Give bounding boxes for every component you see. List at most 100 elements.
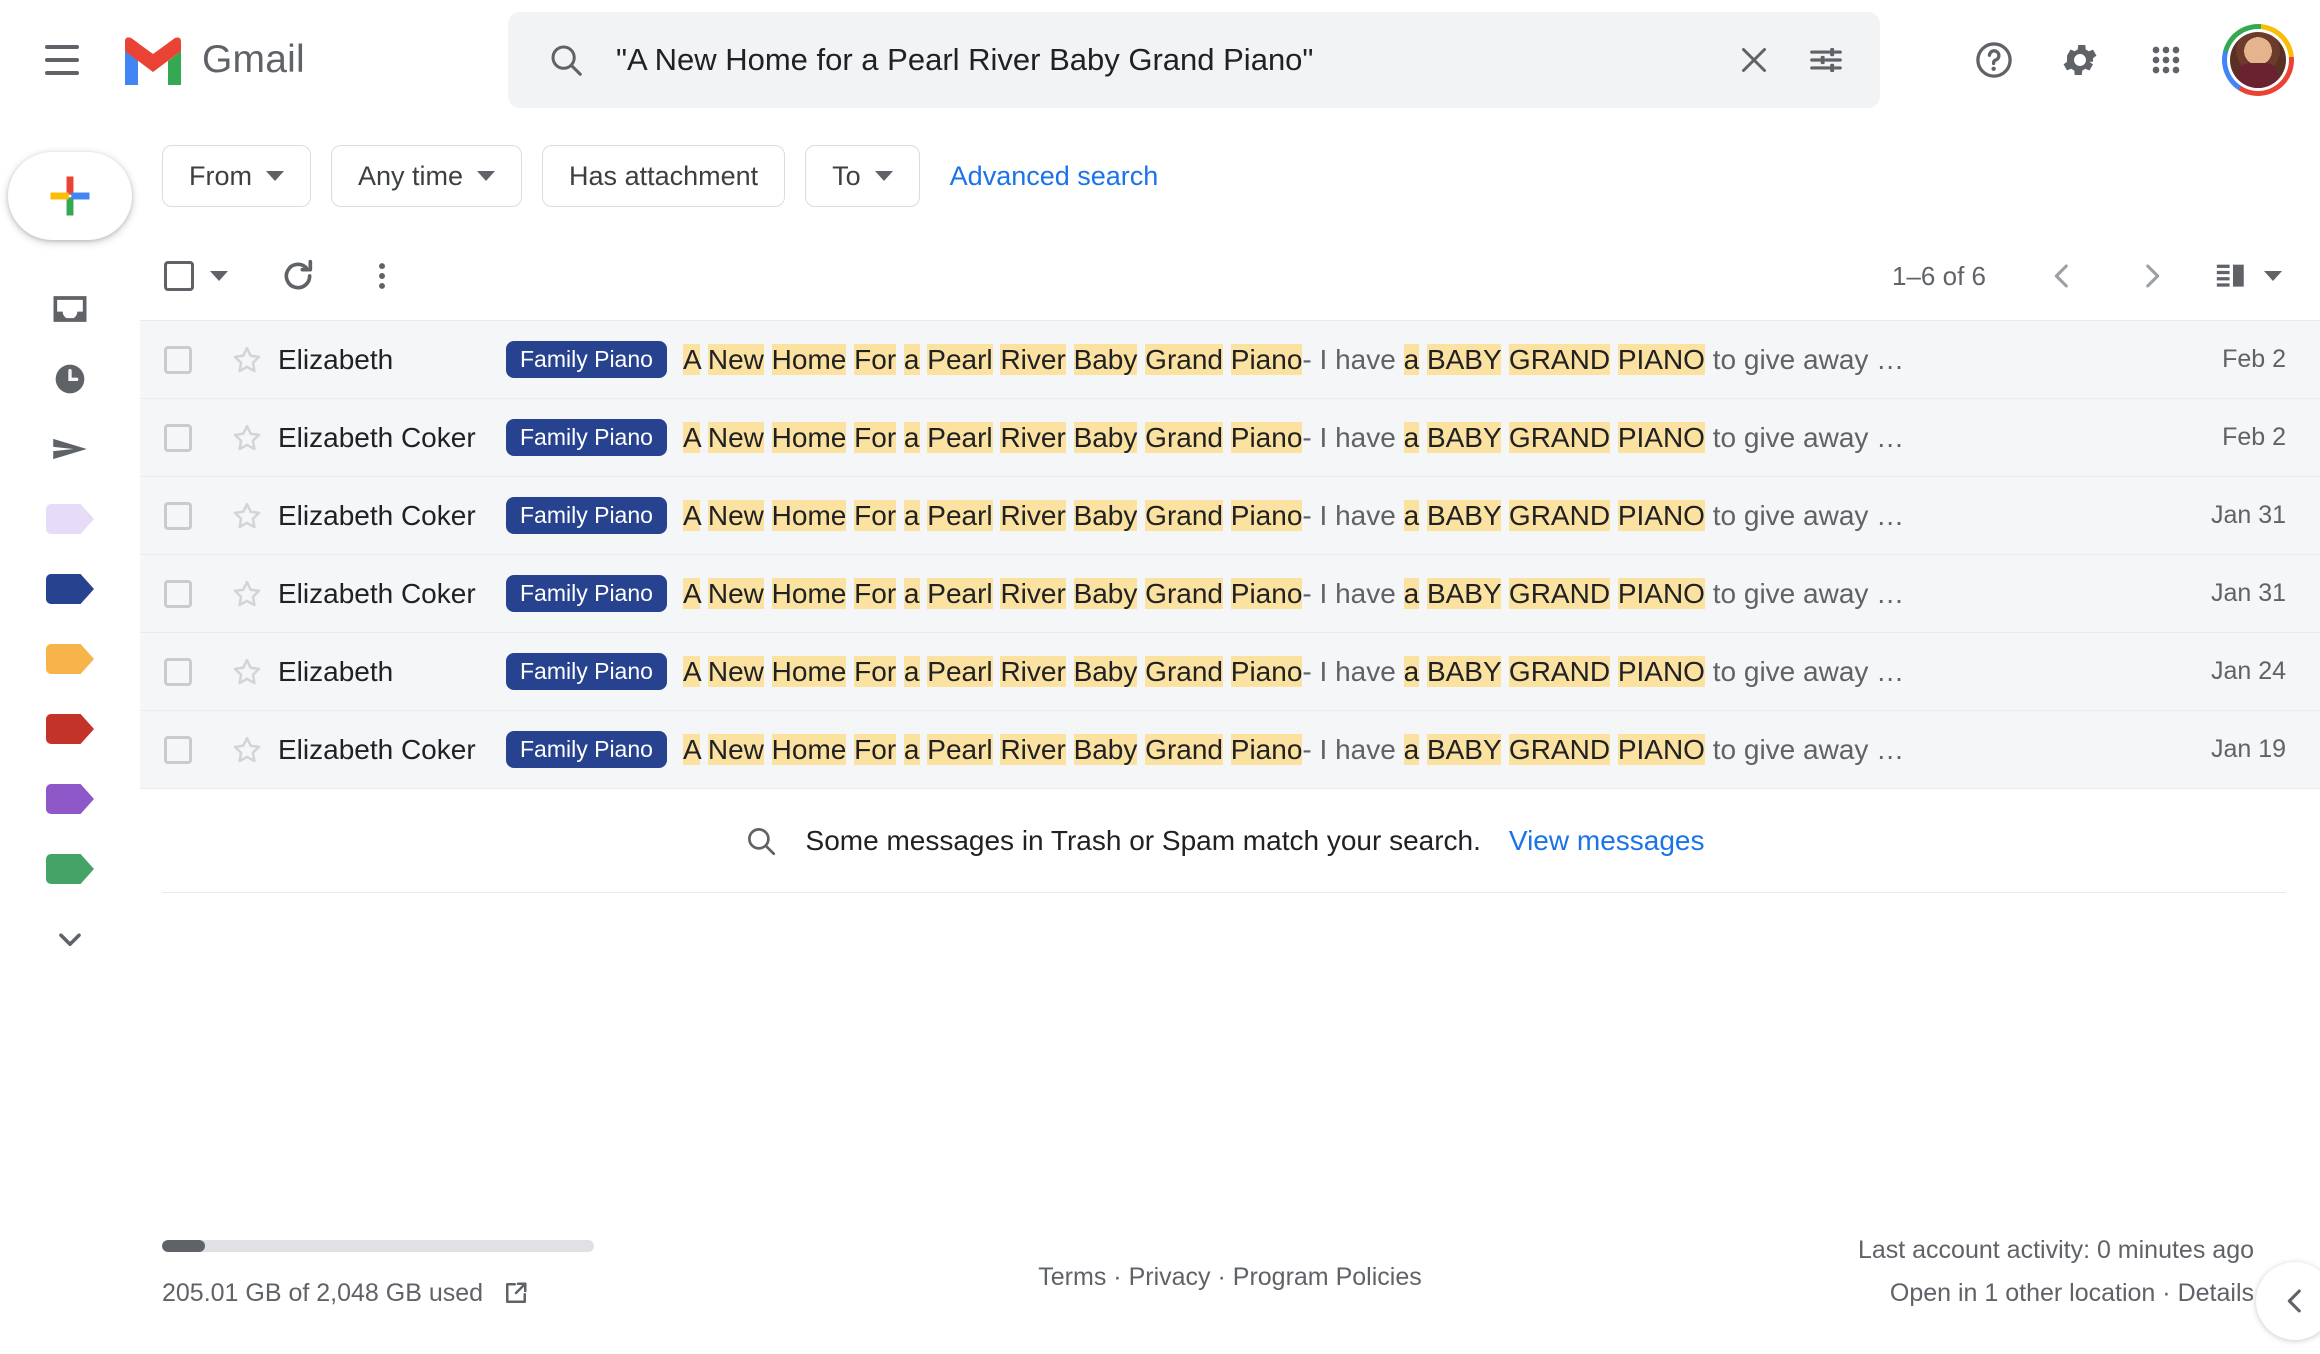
chevron-down-icon bbox=[2264, 271, 2282, 281]
row-checkbox[interactable] bbox=[140, 735, 216, 764]
star-icon[interactable] bbox=[216, 655, 278, 689]
star-icon[interactable] bbox=[216, 421, 278, 455]
label-tag-icon bbox=[46, 644, 94, 674]
privacy-link[interactable]: Privacy bbox=[1129, 1263, 1211, 1291]
row-label-pill[interactable]: Family Piano bbox=[506, 418, 667, 457]
sidebar-item-label-navy[interactable] bbox=[27, 558, 113, 620]
sidebar-item-label-green[interactable] bbox=[27, 838, 113, 900]
side-panel-toggle-button[interactable] bbox=[2256, 1262, 2320, 1340]
filter-chip-from[interactable]: From bbox=[162, 145, 311, 207]
row-sender: Elizabeth Coker bbox=[278, 421, 476, 453]
filter-chip-label: From bbox=[189, 160, 252, 191]
select-all-checkbox[interactable] bbox=[162, 242, 230, 310]
sidebar-item-snoozed[interactable] bbox=[27, 348, 113, 410]
row-sender: Elizabeth Coker bbox=[278, 499, 476, 531]
advanced-search-link[interactable]: Advanced search bbox=[950, 161, 1159, 192]
table-row[interactable]: Elizabeth Coker Family Piano A New Home Fo… bbox=[140, 399, 2320, 477]
checkbox-icon bbox=[164, 501, 192, 530]
terms-link[interactable]: Terms bbox=[1038, 1263, 1106, 1291]
trash-spam-notice: Some messages in Trash or Spam match you… bbox=[162, 789, 2286, 893]
avatar[interactable] bbox=[2222, 24, 2294, 96]
star-icon[interactable] bbox=[216, 343, 278, 377]
activity-location-row: Open in 1 other location · Details bbox=[1858, 1272, 2254, 1315]
send-icon bbox=[53, 438, 87, 460]
row-date: Feb 2 bbox=[2222, 345, 2286, 373]
more-options-button[interactable] bbox=[348, 242, 416, 310]
row-checkbox[interactable] bbox=[140, 345, 216, 374]
gmail-app: Gmail "A New Home for a Pearl River Baby… bbox=[0, 0, 2320, 1354]
row-checkbox[interactable] bbox=[140, 579, 216, 608]
star-icon[interactable] bbox=[216, 499, 278, 533]
star-icon[interactable] bbox=[216, 577, 278, 611]
avatar-inner bbox=[2227, 29, 2289, 91]
sidebar-expand-button[interactable] bbox=[27, 908, 113, 970]
gear-glyph bbox=[2063, 44, 2097, 76]
star-icon[interactable] bbox=[216, 733, 278, 767]
pagination-prev-button[interactable] bbox=[2028, 242, 2096, 310]
table-row[interactable]: Elizabeth Coker Family Piano A New Home Fo… bbox=[140, 477, 2320, 555]
chevron-down-icon bbox=[210, 271, 228, 281]
row-snippet: - I have a BABY GRAND PIANO to give away… bbox=[1302, 655, 1905, 687]
search-input[interactable] bbox=[616, 42, 1718, 78]
more-vertical-icon bbox=[379, 263, 385, 289]
program-policies-link[interactable]: Program Policies bbox=[1233, 1263, 1422, 1291]
apps-grid-icon[interactable] bbox=[2128, 22, 2204, 98]
sidebar-item-label-purple[interactable] bbox=[27, 768, 113, 830]
gmail-m-icon bbox=[125, 37, 181, 85]
row-subject-cell: Family Piano A New Home For a Pearl River… bbox=[506, 730, 2136, 769]
filter-chip-has-attachment[interactable]: Has attachment bbox=[542, 145, 786, 207]
row-subject-cell: Family Piano A New Home For a Pearl River… bbox=[506, 574, 2136, 613]
chevron-down-icon bbox=[477, 171, 496, 181]
refresh-button[interactable] bbox=[264, 242, 332, 310]
help-icon[interactable] bbox=[1956, 22, 2032, 98]
filter-chip-to[interactable]: To bbox=[805, 145, 920, 207]
row-label-pill[interactable]: Family Piano bbox=[506, 574, 667, 613]
filter-chip-label: Any time bbox=[358, 160, 464, 191]
row-checkbox[interactable] bbox=[140, 423, 216, 452]
search-icon[interactable] bbox=[530, 24, 602, 96]
row-label-pill[interactable]: Family Piano bbox=[506, 340, 667, 379]
sidebar-item-inbox[interactable] bbox=[27, 278, 113, 340]
row-label-pill[interactable]: Family Piano bbox=[506, 652, 667, 691]
close-glyph bbox=[1742, 48, 1766, 72]
row-subject-cell: Family Piano A New Home For a Pearl River… bbox=[506, 652, 2136, 691]
row-checkbox[interactable] bbox=[140, 657, 216, 686]
row-label-pill[interactable]: Family Piano bbox=[506, 496, 667, 535]
sidebar-item-label-lavender[interactable] bbox=[27, 488, 113, 550]
row-date: Jan 24 bbox=[2210, 657, 2286, 685]
star-glyph bbox=[233, 658, 261, 684]
compose-button[interactable] bbox=[8, 152, 132, 240]
row-label-pill[interactable]: Family Piano bbox=[506, 730, 667, 769]
sidebar-item-label-red[interactable] bbox=[27, 698, 113, 760]
table-row[interactable]: Elizabeth Family Piano A New Home For a Pe… bbox=[140, 633, 2320, 711]
view-messages-link[interactable]: View messages bbox=[1509, 825, 1705, 857]
gmail-wordmark: Gmail bbox=[202, 38, 305, 81]
close-icon[interactable] bbox=[1718, 24, 1790, 96]
table-row[interactable]: Elizabeth Family Piano A New Home For a Pe… bbox=[140, 321, 2320, 399]
split-pane-toggle[interactable] bbox=[2214, 259, 2282, 293]
label-tag-icon bbox=[46, 784, 94, 814]
activity-details-link[interactable]: Details bbox=[2178, 1279, 2254, 1307]
notice-text: Some messages in Trash or Spam match you… bbox=[805, 824, 1481, 856]
chevron-down-icon bbox=[266, 171, 284, 181]
search-bar[interactable] bbox=[508, 12, 1880, 108]
label-tag-icon bbox=[46, 854, 94, 884]
star-glyph bbox=[233, 736, 261, 762]
main-menu-button[interactable] bbox=[26, 24, 98, 96]
row-checkbox[interactable] bbox=[140, 501, 216, 530]
pagination-range: 1–6 of 6 bbox=[1892, 260, 1986, 291]
star-glyph bbox=[233, 424, 261, 450]
search-options-icon[interactable] bbox=[1790, 24, 1862, 96]
sidebar-item-sent[interactable] bbox=[27, 418, 113, 480]
star-glyph bbox=[233, 346, 261, 372]
table-row[interactable]: Elizabeth Coker Family Piano A New Home Fo… bbox=[140, 711, 2320, 789]
sidebar-item-label-orange[interactable] bbox=[27, 628, 113, 690]
gmail-logo[interactable]: Gmail bbox=[120, 35, 305, 85]
pagination-next-button[interactable] bbox=[2118, 242, 2186, 310]
filter-chip-any-time[interactable]: Any time bbox=[331, 145, 523, 207]
filter-chip-label: To bbox=[832, 160, 861, 191]
row-subject: A New Home For a Pearl River Baby Grand … bbox=[682, 421, 1303, 453]
table-row[interactable]: Elizabeth Coker Family Piano A New Home Fo… bbox=[140, 555, 2320, 633]
gear-icon[interactable] bbox=[2042, 22, 2118, 98]
label-tag-icon bbox=[46, 504, 94, 534]
